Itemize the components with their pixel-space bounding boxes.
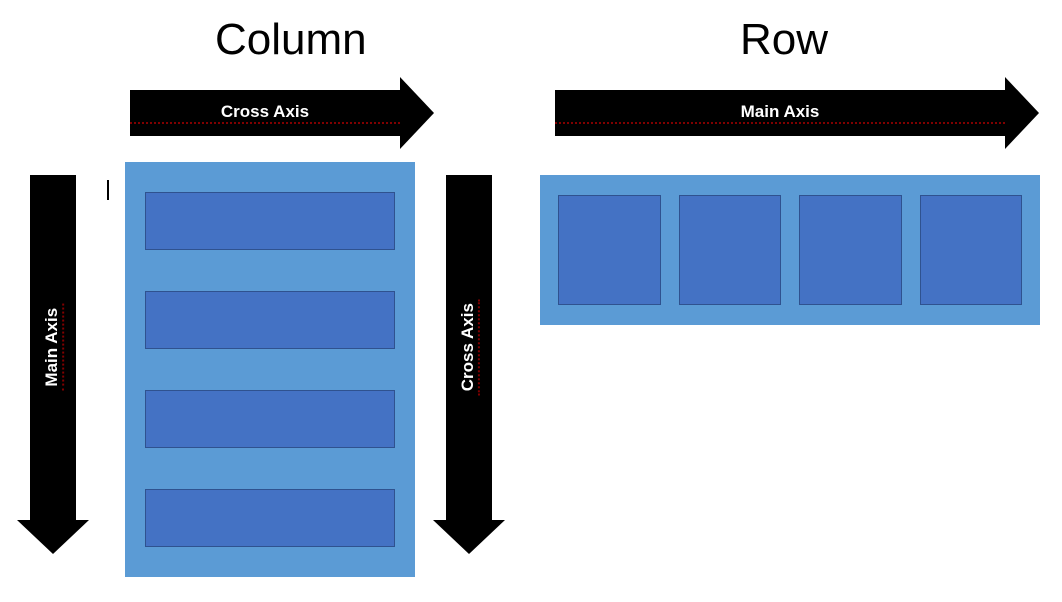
column-item xyxy=(145,489,395,547)
row-container xyxy=(540,175,1040,325)
row-cross-axis-label: Cross Axis xyxy=(458,299,480,395)
row-item xyxy=(558,195,661,305)
column-main-axis-label: Main Axis xyxy=(42,304,64,391)
column-main-axis-arrow: Main Axis xyxy=(30,175,76,520)
row-title: Row xyxy=(740,15,828,65)
row-item xyxy=(799,195,902,305)
row-cross-axis-arrow: Cross Axis xyxy=(446,175,492,520)
row-item xyxy=(679,195,782,305)
column-item xyxy=(145,192,395,250)
text-cursor-mark xyxy=(107,180,109,200)
column-item xyxy=(145,390,395,448)
column-container xyxy=(125,162,415,577)
column-title: Column xyxy=(215,15,367,65)
row-main-axis-arrow: Main Axis xyxy=(555,90,1005,136)
row-item xyxy=(920,195,1023,305)
column-cross-axis-arrow: Cross Axis xyxy=(130,90,400,136)
column-cross-axis-label: Cross Axis xyxy=(130,102,400,124)
row-main-axis-label: Main Axis xyxy=(555,102,1005,124)
column-item xyxy=(145,291,395,349)
